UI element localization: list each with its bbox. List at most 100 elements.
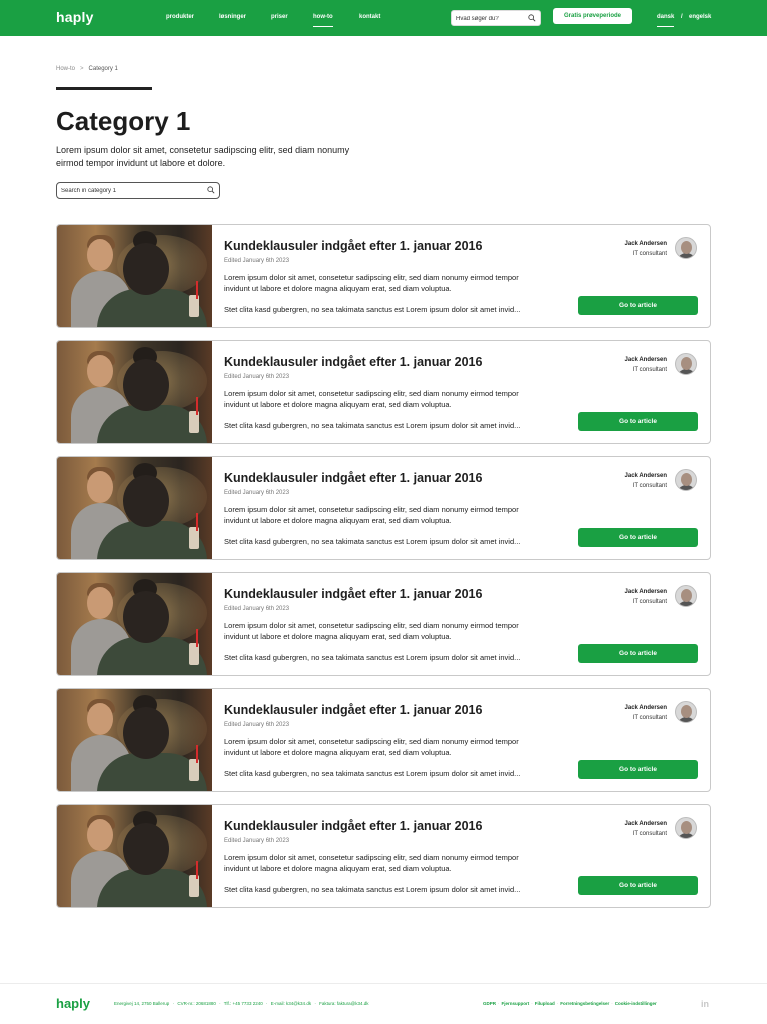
footer-link-fjernsupport[interactable]: Fjernsupport [502, 1001, 530, 1006]
article-card[interactable]: Kundeklausuler indgået efter 1. januar 2… [56, 456, 711, 560]
footer-dot: · [172, 1001, 175, 1006]
article-edited-date: Edited January 6th 2023 [224, 722, 290, 728]
title-accent-bar [56, 87, 152, 90]
article-title[interactable]: Kundeklausuler indgået efter 1. januar 2… [224, 239, 482, 253]
category-search-input[interactable] [61, 185, 201, 196]
article-card[interactable]: Kundeklausuler indgået efter 1. januar 2… [56, 572, 711, 676]
footer-links: GDPR · Fjernsupport · Filupload · Forretningsb… [483, 1001, 657, 1006]
footer-dot: · [314, 1001, 316, 1006]
article-title[interactable]: Kundeklausuler indgået efter 1. januar 2… [224, 819, 482, 833]
article-thumbnail[interactable] [57, 225, 212, 327]
footer-link-forretningsbetingelser[interactable]: Forretningsbetingelser [560, 1001, 609, 1006]
article-excerpt-continued: Stet clita kasd gubergren, no sea takima… [224, 885, 521, 894]
article-title[interactable]: Kundeklausuler indgået efter 1. januar 2… [224, 355, 482, 369]
article-card[interactable]: Kundeklausuler indgået efter 1. januar 2… [56, 804, 711, 908]
author-role: IT consultant [632, 367, 667, 373]
footer-logo[interactable]: haply [56, 996, 90, 1011]
article-excerpt: Lorem ipsum dolor sit amet, consetetur s… [224, 505, 519, 525]
article-excerpt-continued: Stet clita kasd gubergren, no sea takima… [224, 653, 521, 662]
article-list: Kundeklausuler indgået efter 1. januar 2… [56, 224, 711, 920]
footer-link-gdpr[interactable]: GDPR [483, 1001, 496, 1006]
page-intro: Lorem ipsum dolor sit amet, consetetur s… [56, 145, 350, 168]
footer-address: Energivej 14, 2750 Ballerup [114, 1001, 170, 1006]
go-to-article-button[interactable]: Go to article [578, 760, 698, 779]
nav-losninger[interactable]: løsninger [219, 14, 246, 20]
article-excerpt: Lorem ipsum dolor sit amet, consetetur s… [224, 389, 519, 409]
article-excerpt-continued: Stet clita kasd gubergren, no sea takima… [224, 769, 521, 778]
author-name: Jack Andersen [624, 241, 667, 247]
avatar [675, 817, 697, 839]
footer-dot: · [219, 1001, 221, 1006]
footer-link-cookie-indstillinger[interactable]: Cookie-indstillinger [615, 1001, 657, 1006]
lang-engelsk[interactable]: engelsk [689, 14, 711, 20]
search-icon[interactable] [528, 14, 536, 22]
breadcrumb-how-to[interactable]: How-to [56, 66, 75, 72]
article-thumbnail[interactable] [57, 689, 212, 791]
footer-link-filupload[interactable]: Filupload [535, 1001, 555, 1006]
go-to-article-button[interactable]: Go to article [578, 876, 698, 895]
haply-logo[interactable]: haply [56, 9, 94, 25]
nav-how-to[interactable]: how-to [313, 14, 333, 27]
lang-dansk[interactable]: dansk [657, 14, 675, 27]
avatar [675, 353, 697, 375]
article-title[interactable]: Kundeklausuler indgået efter 1. januar 2… [224, 703, 482, 717]
article-excerpt-continued: Stet clita kasd gubergren, no sea takima… [224, 305, 521, 314]
footer-company-info: Energivej 14, 2750 Ballerup · CVR-nr.: 2… [114, 1001, 370, 1006]
breadcrumb-separator: > [80, 66, 84, 72]
article-excerpt: Lorem ipsum dolor sit amet, consetetur s… [224, 621, 519, 641]
author-role: IT consultant [632, 599, 667, 605]
breadcrumb: How-to > Category 1 [56, 66, 118, 72]
article-thumbnail[interactable] [57, 457, 212, 559]
nav-priser[interactable]: priser [271, 14, 288, 20]
author-role: IT consultant [632, 251, 667, 257]
article-card[interactable]: Kundeklausuler indgået efter 1. januar 2… [56, 688, 711, 792]
article-card[interactable]: Kundeklausuler indgået efter 1. januar 2… [56, 224, 711, 328]
article-excerpt: Lorem ipsum dolor sit amet, consetetur s… [224, 853, 519, 873]
article-thumbnail[interactable] [57, 573, 212, 675]
article-edited-date: Edited January 6th 2023 [224, 374, 290, 380]
go-to-article-button[interactable]: Go to article [578, 528, 698, 547]
footer-dot: · [265, 1001, 268, 1006]
article-excerpt-continued: Stet clita kasd gubergren, no sea takima… [224, 421, 521, 430]
author-name: Jack Andersen [624, 705, 667, 711]
lang-separator: / [681, 14, 683, 20]
free-trial-button[interactable]: Gratis prøveperiode [553, 8, 632, 24]
author-role: IT consultant [632, 483, 667, 489]
article-title[interactable]: Kundeklausuler indgået efter 1. januar 2… [224, 471, 482, 485]
linkedin-icon[interactable]: in [701, 999, 711, 1009]
breadcrumb-current: Category 1 [88, 66, 118, 72]
avatar [675, 237, 697, 259]
footer-divider [0, 983, 767, 984]
author-name: Jack Andersen [624, 821, 667, 827]
nav-produkter[interactable]: produkter [166, 14, 194, 20]
category-search-box [56, 182, 220, 199]
nav-kontakt[interactable]: kontakt [359, 14, 380, 20]
article-thumbnail[interactable] [57, 805, 212, 907]
article-thumbnail[interactable] [57, 341, 212, 443]
site-search-box [451, 10, 541, 26]
footer-cvr: CVR-nr.: 20681880 [177, 1001, 216, 1006]
author-role: IT consultant [632, 715, 667, 721]
go-to-article-button[interactable]: Go to article [578, 412, 698, 431]
go-to-article-button[interactable]: Go to article [578, 296, 698, 315]
author-name: Jack Andersen [624, 357, 667, 363]
article-card[interactable]: Kundeklausuler indgået efter 1. januar 2… [56, 340, 711, 444]
site-search-input[interactable] [456, 13, 526, 24]
footer-phone[interactable]: Tlf.: +45 7733 2240 [224, 1001, 263, 1006]
footer-email[interactable]: E-mail: k34@k34.dk [271, 1001, 311, 1006]
page-title: Category 1 [56, 106, 191, 136]
article-edited-date: Edited January 6th 2023 [224, 606, 290, 612]
article-edited-date: Edited January 6th 2023 [224, 490, 290, 496]
author-role: IT consultant [632, 831, 667, 837]
article-title[interactable]: Kundeklausuler indgået efter 1. januar 2… [224, 587, 482, 601]
avatar [675, 701, 697, 723]
article-edited-date: Edited January 6th 2023 [224, 838, 290, 844]
go-to-article-button[interactable]: Go to article [578, 644, 698, 663]
avatar [675, 585, 697, 607]
top-navigation-bar: haply produkter løsninger priser how-to … [0, 0, 767, 36]
search-icon[interactable] [207, 186, 215, 194]
author-name: Jack Andersen [624, 589, 667, 595]
footer-invoice-email[interactable]: Faktura: faktura@k34.dk [319, 1001, 368, 1006]
article-excerpt: Lorem ipsum dolor sit amet, consetetur s… [224, 737, 519, 757]
author-name: Jack Andersen [624, 473, 667, 479]
